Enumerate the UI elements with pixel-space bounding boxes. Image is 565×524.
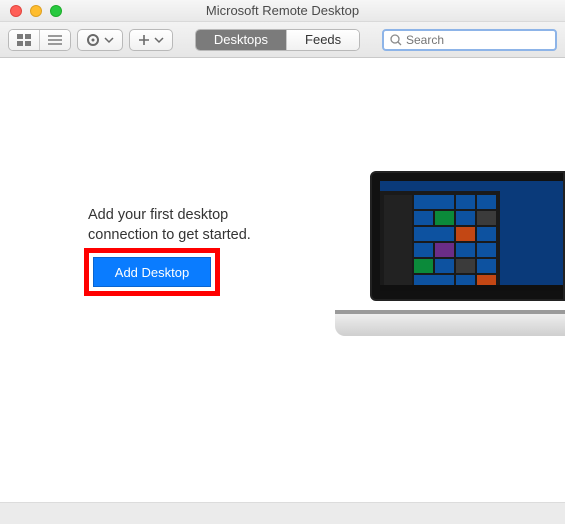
tab-desktops[interactable]: Desktops: [196, 30, 286, 50]
search-icon: [390, 34, 402, 46]
tab-feeds[interactable]: Feeds: [286, 30, 359, 50]
laptop-base: [335, 314, 565, 336]
main-tabs: Desktops Feeds: [195, 29, 360, 51]
gear-icon: [86, 33, 100, 47]
laptop-screen: [380, 181, 563, 291]
settings-menu-button[interactable]: [77, 29, 123, 51]
grid-view-button[interactable]: [9, 30, 39, 50]
list-view-button[interactable]: [39, 30, 70, 50]
list-icon: [48, 34, 62, 46]
chevron-down-icon: [104, 35, 114, 45]
empty-state-message: Add your first desktop connection to get…: [88, 206, 298, 245]
plus-icon: [138, 34, 150, 46]
grid-icon: [17, 34, 31, 46]
laptop-illustration: [335, 171, 565, 336]
chevron-down-icon: [154, 35, 164, 45]
titlebar: Microsoft Remote Desktop: [0, 0, 565, 22]
add-menu-button[interactable]: [129, 29, 173, 51]
toolbar: Desktops Feeds: [0, 22, 565, 58]
content-area: Add your first desktop connection to get…: [0, 58, 565, 502]
view-mode-segment: [8, 29, 71, 51]
start-menu-illustration: [380, 191, 500, 285]
search-field[interactable]: [382, 29, 557, 51]
taskbar-illustration: [380, 285, 563, 291]
search-input[interactable]: [406, 33, 549, 47]
add-desktop-button[interactable]: Add Desktop: [93, 257, 211, 287]
highlight-annotation: Add Desktop: [84, 248, 220, 296]
laptop-bezel: [370, 171, 565, 301]
footer-bar: [0, 502, 565, 524]
window-title: Microsoft Remote Desktop: [0, 3, 565, 18]
